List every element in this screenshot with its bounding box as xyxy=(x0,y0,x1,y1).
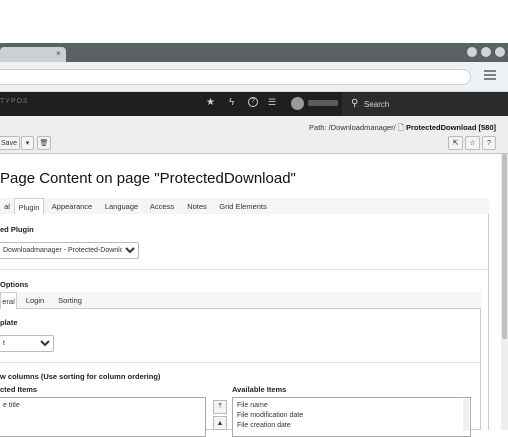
page-icon: 🗋 xyxy=(397,123,404,132)
content-tabs: al Plugin Appearance Language Access Not… xyxy=(0,198,489,215)
close-window-button[interactable] xyxy=(495,47,505,57)
scrollbar-thumb[interactable] xyxy=(502,154,507,339)
selected-items-label: cted Items xyxy=(0,385,38,394)
tab-appearance[interactable]: Appearance xyxy=(46,198,98,215)
move-up-button[interactable]: ▲ xyxy=(213,416,227,430)
template-select[interactable]: t xyxy=(0,335,54,352)
bolt-icon[interactable]: ϟ xyxy=(229,97,234,108)
template-label: plate xyxy=(0,318,18,327)
breadcrumb: Path: /Downloadmanager/ 🗋 ProtectedDownl… xyxy=(309,122,496,135)
typo3-logo[interactable]: TYPO3 xyxy=(0,98,36,108)
tab-grid-elements[interactable]: Grid Elements xyxy=(215,198,271,215)
available-items-list[interactable]: File name File modification date File cr… xyxy=(232,397,471,437)
address-bar[interactable] xyxy=(0,69,471,85)
star-icon[interactable]: ★ xyxy=(206,97,215,108)
search-icon[interactable]: ⚲ xyxy=(351,98,358,109)
page-title: Page Content on page "ProtectedDownload" xyxy=(0,170,296,187)
list-item[interactable]: File name xyxy=(237,402,268,409)
tab-access[interactable]: Access xyxy=(145,198,179,215)
open-new-window-button[interactable]: ⇱ xyxy=(448,136,463,150)
tab-general[interactable]: al xyxy=(0,198,14,215)
list-item[interactable]: File creation date xyxy=(237,422,291,429)
selected-items-list[interactable]: e title xyxy=(0,397,206,437)
subtab-sorting[interactable]: Sorting xyxy=(53,292,87,309)
plugin-select[interactable]: Downloadmanager - Protected-Download xyxy=(0,242,139,259)
tab-language[interactable]: Language xyxy=(99,198,144,215)
subtab-login[interactable]: Login xyxy=(20,292,50,309)
browser-tabstrip xyxy=(0,43,508,62)
tab-plugin[interactable]: Plugin xyxy=(14,198,44,215)
path-page[interactable]: ProtectedDownload [580] xyxy=(406,123,496,132)
username[interactable] xyxy=(308,100,338,106)
divider xyxy=(0,362,481,363)
move-top-button[interactable]: ⤒ xyxy=(213,400,227,414)
search-label[interactable]: Search xyxy=(364,100,389,109)
tab-close-icon[interactable]: × xyxy=(56,49,61,58)
save-dropdown-button[interactable]: ▾ xyxy=(21,136,34,150)
list-item[interactable]: e title xyxy=(3,402,20,409)
plugin-section-label: ed Plugin xyxy=(0,225,34,234)
save-label: Save xyxy=(1,139,17,147)
columns-label: w columns (Use sorting for column orderi… xyxy=(0,372,161,381)
options-section-label: Options xyxy=(0,280,29,289)
maximize-button[interactable] xyxy=(481,47,491,57)
list-item[interactable]: File modification date xyxy=(237,412,303,419)
list-icon[interactable]: ☰ xyxy=(268,97,276,108)
help-button[interactable]: ? xyxy=(482,136,496,150)
list-scrollbar[interactable] xyxy=(463,399,469,431)
save-button[interactable]: Save xyxy=(0,136,20,150)
available-items-label: Available Items xyxy=(232,385,287,394)
subtab-general[interactable]: eral xyxy=(0,292,17,309)
path-label: Path: /Downloadmanager/ xyxy=(309,123,396,132)
options-subtabs: eral Login Sorting xyxy=(0,292,481,309)
tab-notes[interactable]: Notes xyxy=(181,198,213,215)
hamburger-icon[interactable] xyxy=(484,70,496,80)
bookmark-button[interactable]: ☆ xyxy=(465,136,480,150)
minimize-button[interactable] xyxy=(467,47,477,57)
delete-button[interactable]: 🗑 xyxy=(37,136,51,150)
avatar[interactable] xyxy=(291,97,304,110)
divider xyxy=(0,269,489,270)
help-icon[interactable]: ? xyxy=(248,97,258,107)
